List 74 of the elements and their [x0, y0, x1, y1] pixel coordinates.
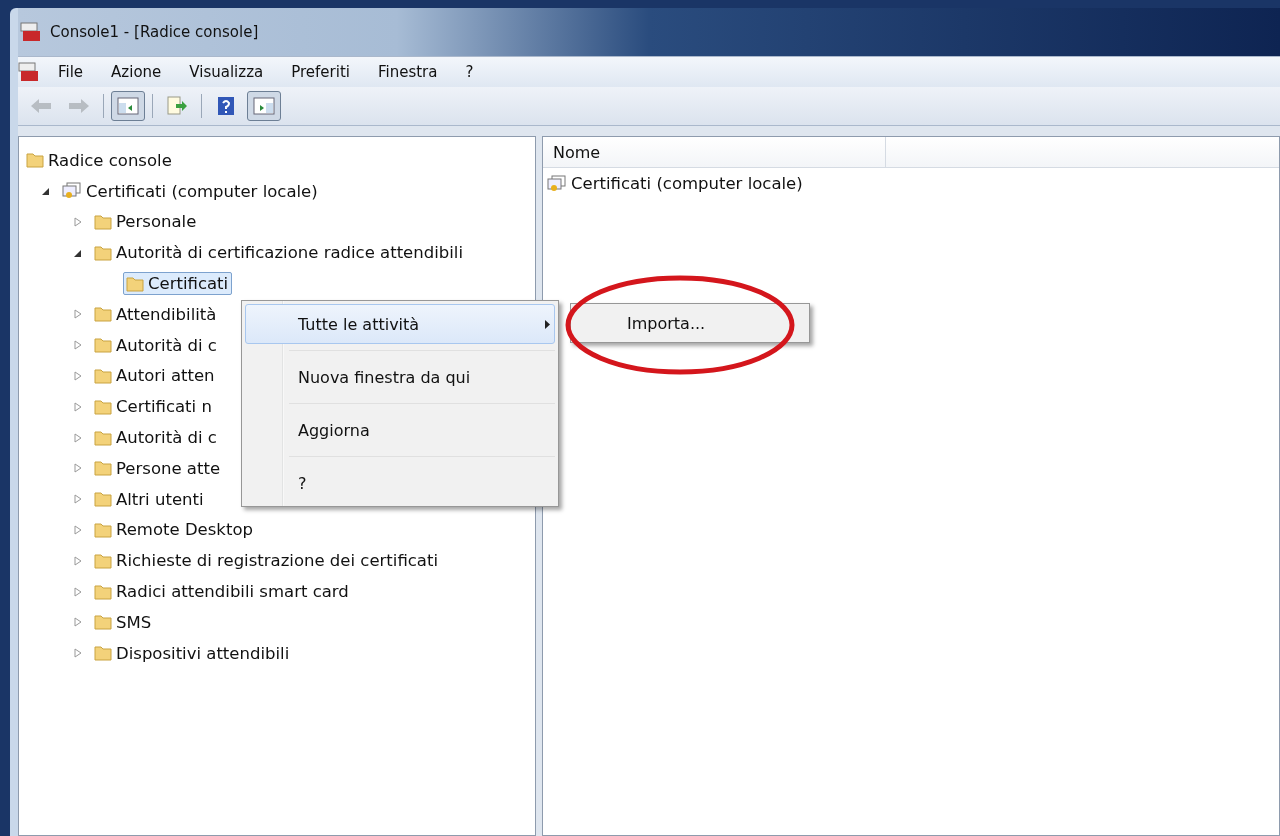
tree-item[interactable]: Certificati [123, 272, 233, 296]
tree-item[interactable]: Altri utenti [91, 487, 208, 511]
expand-arrow-icon[interactable] [74, 432, 82, 443]
tree-item[interactable]: Dispositivi attendibili [91, 641, 294, 665]
tree-item[interactable]: Persone atte [91, 456, 225, 480]
expand-arrow-icon[interactable] [74, 309, 82, 320]
tree-item[interactable]: Radice console [23, 148, 176, 172]
tree-item[interactable]: Attendibilità [91, 302, 221, 326]
tree-item[interactable]: Autorità di certificazione radice attendibili [91, 241, 467, 265]
tree-item[interactable]: Certificati (computer locale) [59, 179, 322, 203]
folder-icon [94, 491, 112, 508]
folder-icon [94, 614, 112, 631]
menu-item[interactable]: Aggiorna [245, 410, 555, 450]
folder-icon [94, 398, 112, 415]
tree-item[interactable]: SMS [91, 610, 156, 634]
folder-icon [126, 275, 144, 292]
export-list-icon [166, 96, 188, 116]
menu-item[interactable]: Finestra [367, 61, 448, 83]
tree-item[interactable]: Autorità di c [91, 333, 221, 357]
folder-icon [94, 306, 112, 323]
folder-icon [94, 552, 112, 569]
expand-arrow-icon[interactable] [74, 555, 82, 566]
folder-icon [26, 152, 44, 169]
tree-item[interactable]: Certificati n [91, 395, 216, 419]
folder-icon [94, 645, 112, 662]
certificate-icon [547, 174, 567, 193]
submenu-arrow-icon [545, 319, 550, 329]
menu-item[interactable]: Visualizza [179, 61, 274, 83]
expand-arrow-icon[interactable] [74, 524, 82, 535]
tree-item[interactable]: Autorità di c [91, 426, 221, 450]
expand-arrow-icon[interactable] [74, 340, 82, 351]
tree-item[interactable]: Remote Desktop [91, 518, 257, 542]
menu-item[interactable]: Preferiti [281, 61, 360, 83]
app-icon [18, 62, 40, 82]
folder-icon [94, 244, 112, 261]
expand-arrow-icon[interactable] [74, 217, 82, 227]
certificate-icon [62, 182, 82, 201]
folder-icon [94, 429, 112, 446]
folder-icon [94, 337, 112, 354]
collapse-arrow-icon[interactable] [42, 187, 50, 196]
list-item[interactable]: Certificati (computer locale) [571, 174, 803, 193]
folder-icon [94, 583, 112, 600]
help-icon [217, 96, 235, 116]
expand-arrow-icon[interactable] [74, 586, 82, 597]
expand-arrow-icon[interactable] [74, 617, 82, 628]
menu-item[interactable]: Tutte le attività [245, 304, 555, 344]
folder-icon [94, 367, 112, 384]
pane-icon [117, 97, 139, 115]
toolbar-button[interactable] [111, 91, 145, 121]
collapse-arrow-icon[interactable] [74, 248, 82, 257]
folder-icon [94, 214, 112, 230]
menu-item[interactable]: File [48, 61, 94, 83]
expand-arrow-icon[interactable] [74, 401, 82, 412]
menu-item[interactable]: ? [455, 61, 484, 83]
expand-arrow-icon[interactable] [74, 463, 82, 474]
tree-item[interactable]: Richieste di registrazione dei certificati [91, 549, 442, 573]
expand-arrow-icon[interactable] [74, 648, 82, 659]
tree-item[interactable]: Autori atten [91, 364, 219, 388]
expand-arrow-icon[interactable] [74, 370, 82, 381]
menu-item[interactable]: Nuova finestra da qui [245, 357, 555, 397]
pane-icon [253, 97, 275, 115]
menu-item[interactable]: Importa... [574, 307, 806, 339]
window-title: Console1 - [Radice console] [50, 23, 259, 41]
forward-arrow-icon [67, 97, 91, 115]
menu-item[interactable]: ? [245, 463, 555, 503]
toolbar-button[interactable] [247, 91, 281, 121]
back-arrow-icon [29, 97, 53, 115]
tree-item[interactable]: Personale [91, 210, 201, 234]
folder-icon [94, 460, 112, 477]
menu-item[interactable]: Azione [101, 61, 172, 83]
folder-icon [94, 521, 112, 538]
expand-arrow-icon[interactable] [74, 494, 82, 505]
tree-item[interactable]: Radici attendibili smart card [91, 580, 353, 604]
app-icon [20, 22, 42, 42]
